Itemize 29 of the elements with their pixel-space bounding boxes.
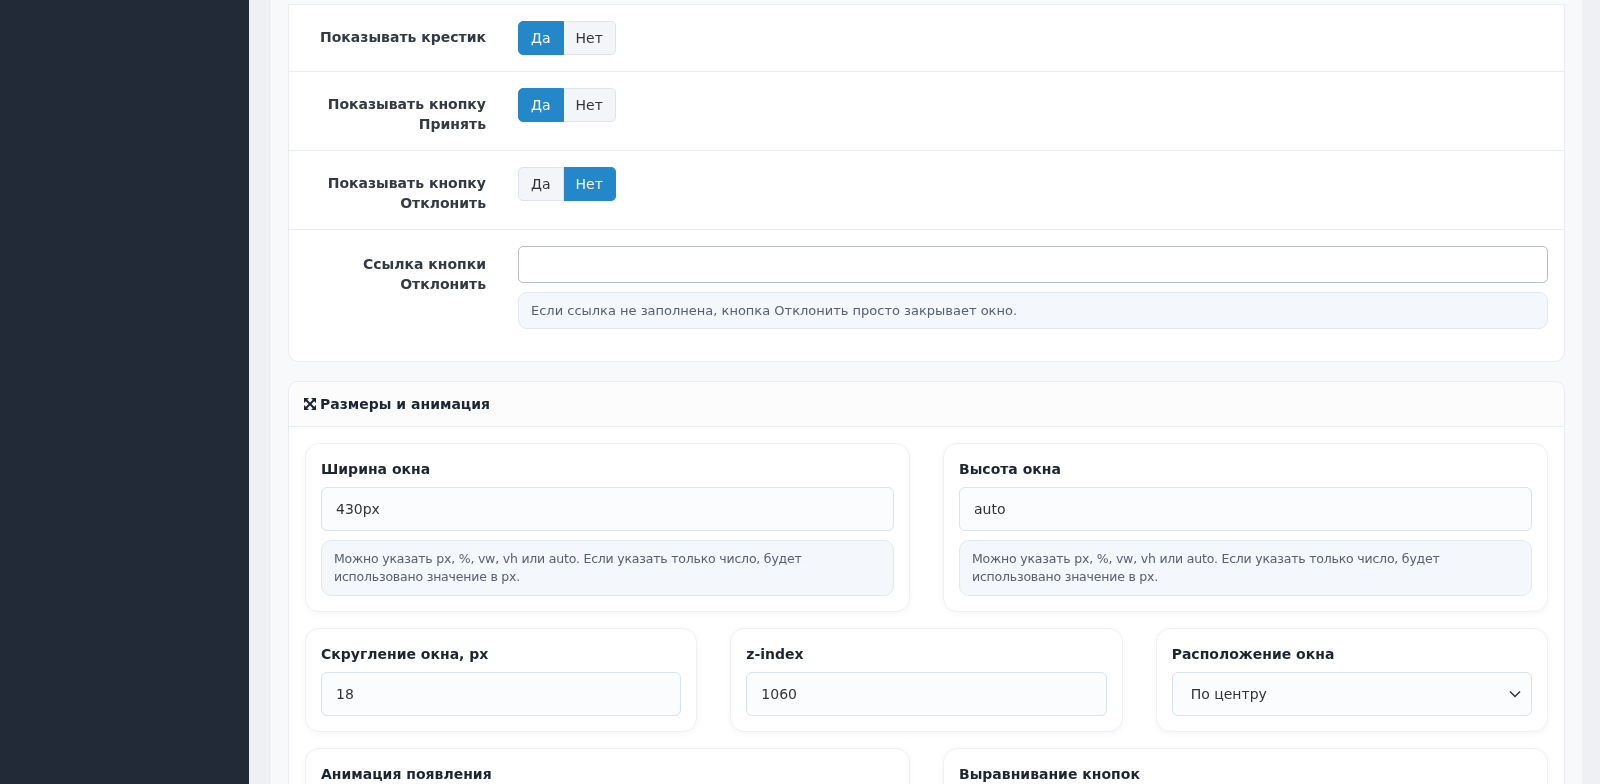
toggle-option[interactable]: Нет bbox=[563, 88, 616, 122]
field-label: z-index bbox=[746, 646, 805, 662]
toggle-option[interactable]: Да bbox=[518, 88, 564, 122]
toggle-option[interactable]: Нет bbox=[563, 21, 616, 55]
section-title: Размеры и анимация bbox=[320, 396, 491, 412]
help-note: Если ссылка не заполнена, кнопка Отклонить просто закрывает окно. bbox=[518, 292, 1548, 329]
text-input-field[interactable]: 18 bbox=[321, 672, 682, 716]
link-input-field[interactable] bbox=[518, 246, 1548, 283]
field-label: Ссылка кнопки Отклонить bbox=[361, 255, 486, 294]
field-label: Скругление окна, px bbox=[321, 646, 490, 662]
expand-arrows-icon bbox=[304, 398, 316, 410]
text-input-field[interactable]: 1060 bbox=[746, 672, 1107, 716]
toggle-option[interactable]: Да bbox=[518, 21, 564, 55]
field-label: Расположение окна bbox=[1171, 646, 1336, 662]
chevron-down-icon bbox=[1509, 690, 1521, 698]
field-label: Показывать кнопку Отклонить bbox=[326, 174, 486, 213]
help-note: Можно указать px, %, vw, vh или auto. Если указать только число, будет использовано значение в px. bbox=[959, 540, 1532, 596]
help-note: Можно указать px, %, vw, vh или auto. Если указать только число, будет использовано значение в px. bbox=[321, 540, 894, 596]
field-label: Выравнивание кнопок bbox=[959, 766, 1141, 782]
field-label: Высота окна bbox=[959, 461, 1062, 477]
toggle-option[interactable]: Нет bbox=[563, 167, 616, 201]
field-label: Показывать крестик bbox=[319, 28, 486, 47]
text-input-field[interactable]: auto bbox=[959, 487, 1532, 531]
select-field[interactable]: По центру bbox=[1171, 672, 1532, 716]
text-input-field[interactable]: 430px bbox=[321, 487, 894, 531]
field-label: Анимация появления bbox=[321, 766, 493, 782]
field-label: Ширина окна bbox=[321, 461, 432, 477]
field-label: Показывать кнопку Принять bbox=[326, 95, 486, 134]
toggle-option[interactable]: Да bbox=[518, 167, 564, 201]
